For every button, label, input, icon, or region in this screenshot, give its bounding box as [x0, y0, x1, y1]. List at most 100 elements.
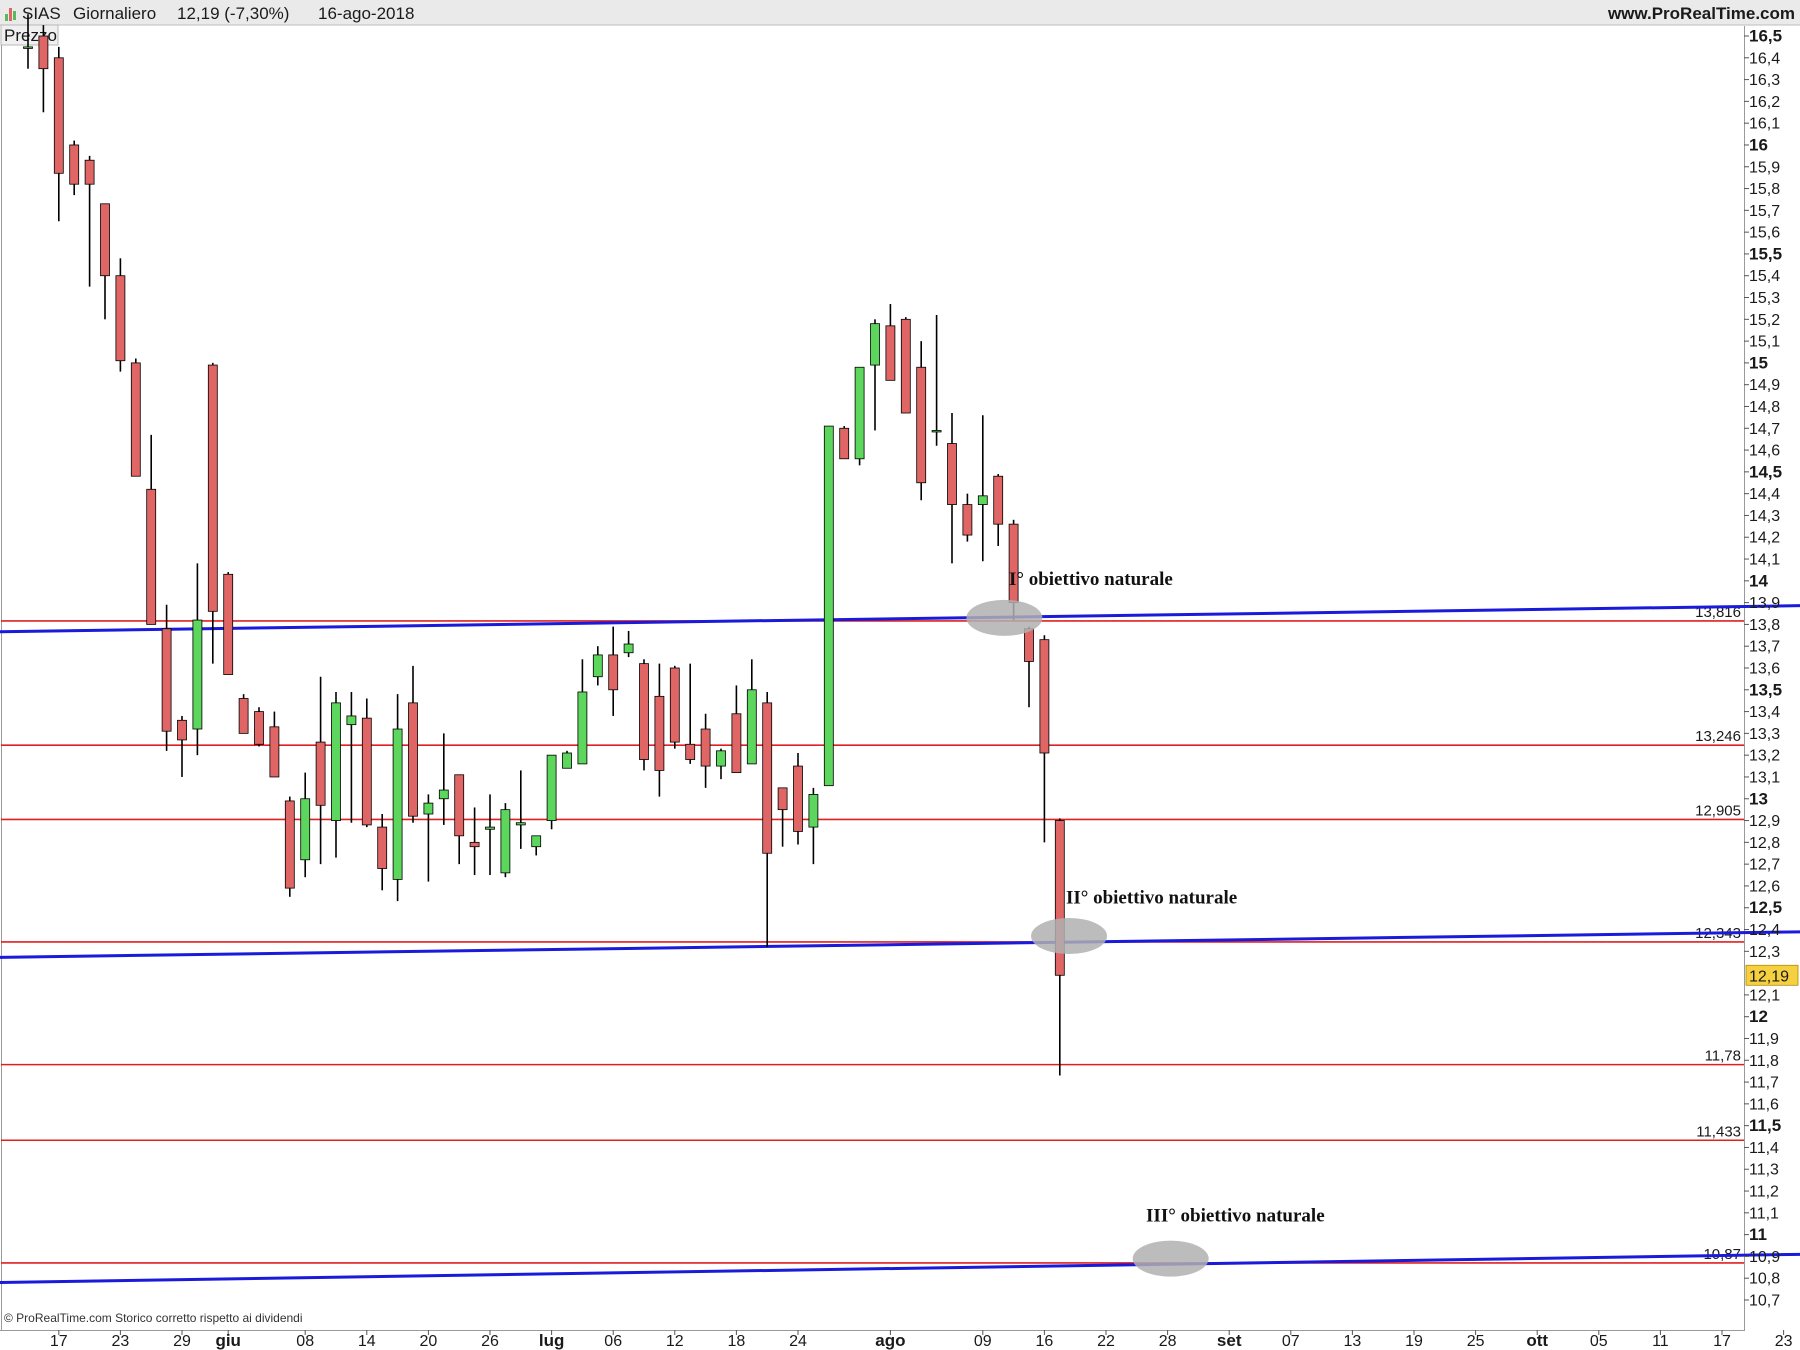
- y-tick-label-29: 13,6: [1749, 661, 1780, 678]
- candle-47: [746, 659, 757, 765]
- candle-body-3: [69, 144, 80, 185]
- candle-body-19: [315, 741, 326, 806]
- candle-43: [685, 663, 696, 764]
- y-tick-label-51: 11,3: [1749, 1162, 1779, 1179]
- chart-window: SIAS Giornaliero 12,19 (-7,30%) 16-ago-2…: [0, 0, 1800, 1350]
- candle-26: [423, 794, 434, 882]
- y-tick-label-13: 15,2: [1749, 312, 1780, 329]
- candle-body-20: [331, 702, 341, 821]
- x-tick-label-21: 19: [1405, 1333, 1423, 1350]
- candle-21: [346, 691, 357, 823]
- x-tick-label-15: 16: [1036, 1333, 1054, 1350]
- y-tick-label-53: 11,1: [1749, 1205, 1779, 1222]
- x-tick-label-26: 17: [1713, 1333, 1731, 1350]
- candle-body-65: [1024, 628, 1034, 662]
- price-axis[interactable]: 16,5 16,4 16,3 16,2 16,1 16 15,9 15,8 15,7 15,6 15…: [1744, 27, 1799, 1310]
- x-tick-label-9: 06: [604, 1333, 622, 1350]
- candle-body-35: [562, 752, 572, 769]
- trendline-0: [0, 604, 1800, 634]
- candle-body-40: [639, 663, 649, 760]
- candle-51: [808, 787, 819, 865]
- candle-body-28: [454, 774, 465, 837]
- candle-body-52: [823, 425, 834, 787]
- candle-body-13: [223, 573, 234, 675]
- candle-57: [900, 317, 911, 414]
- candle-body-47: [746, 689, 757, 765]
- candle-58: [916, 341, 927, 501]
- candle-body-61: [962, 504, 973, 536]
- y-tick-label-30: 13,5: [1749, 680, 1782, 699]
- y-tick-label-3: 16,2: [1749, 94, 1780, 111]
- candle-63: [993, 474, 1004, 546]
- candle-body-42: [669, 667, 680, 743]
- y-tick-label-40: 12,5: [1749, 898, 1782, 917]
- candle-body-15: [254, 711, 264, 745]
- candle-body-26: [423, 802, 434, 815]
- y-tick-label-28: 13,7: [1749, 639, 1780, 656]
- horizontal-levels: 13,81613,24612,90512,34311,7811,43310,87: [1, 604, 1744, 1264]
- candle-body-56: [885, 325, 896, 381]
- candle-body-7: [130, 362, 141, 477]
- candle-body-12: [207, 364, 218, 612]
- candle-56: [885, 304, 896, 381]
- candle-body-6: [115, 275, 126, 362]
- candle-25: [408, 665, 418, 823]
- y-tick-label-38: 12,7: [1749, 857, 1780, 874]
- candle-29: [469, 807, 480, 876]
- candle-body-33: [531, 835, 542, 848]
- candle-body-34: [546, 754, 557, 821]
- candle-17: [284, 796, 295, 897]
- y-tick-label-45: 11,9: [1749, 1031, 1779, 1048]
- candle-38: [608, 626, 619, 716]
- y-tick-label-21: 14,4: [1749, 486, 1780, 503]
- candle-body-59: [931, 430, 942, 433]
- candle-body-38: [608, 654, 619, 691]
- candle-11: [192, 563, 203, 756]
- candle-49: [777, 787, 788, 847]
- timeframe-label[interactable]: Giornaliero: [73, 4, 156, 23]
- candle-body-24: [392, 728, 403, 880]
- candle-27: [438, 733, 449, 825]
- site-label[interactable]: www.ProRealTime.com: [1607, 4, 1795, 23]
- candle-32: [515, 770, 526, 849]
- candle-4: [84, 155, 95, 287]
- candle-45: [716, 748, 726, 780]
- candle-14: [238, 694, 249, 734]
- level-label-5: 11,433: [1696, 1123, 1741, 1140]
- candle-7: [130, 358, 141, 477]
- level-label-2: 12,905: [1695, 802, 1741, 819]
- y-tick-label-33: 13,2: [1749, 748, 1780, 765]
- y-tick-label-19: 14,6: [1749, 443, 1780, 460]
- last-price-label: 12,19: [1749, 968, 1789, 985]
- candle-body-14: [238, 698, 249, 734]
- candle-59: [931, 314, 942, 446]
- candle-22: [361, 698, 372, 828]
- candle-6: [115, 258, 126, 372]
- x-tick-label-2: 29: [173, 1333, 191, 1350]
- candle-3: [69, 140, 80, 196]
- last-price-change: 12,19 (-7,30%): [177, 4, 289, 23]
- candle-body-18: [300, 798, 311, 861]
- time-axis[interactable]: 17 23 29 giu 08 14 20 26 lug 06 12 18 24 ago 09 16 22 28 s…: [50, 1330, 1800, 1350]
- y-tick-label-44: 12: [1749, 1007, 1768, 1026]
- x-tick-label-11: 18: [728, 1333, 746, 1350]
- candle-body-10: [177, 719, 187, 741]
- candle-body-39: [623, 643, 634, 654]
- candle-body-58: [916, 366, 927, 484]
- candle-40: [639, 659, 649, 771]
- x-tick-label-3: giu: [215, 1331, 241, 1350]
- y-tick-label-36: 12,9: [1749, 813, 1780, 830]
- footer-note: © ProRealTime.com Storico corretto rispe…: [4, 1311, 303, 1325]
- x-tick-label-5: 14: [358, 1333, 376, 1350]
- candle-body-2: [53, 57, 64, 174]
- candle-5: [100, 203, 110, 320]
- candle-53: [839, 426, 850, 460]
- candle-46: [731, 685, 742, 774]
- candle-body-43: [685, 743, 696, 760]
- y-tick-label-56: 10,8: [1749, 1271, 1780, 1288]
- candle-18: [300, 772, 311, 878]
- y-tick-label-52: 11,2: [1749, 1184, 1779, 1201]
- candle-28: [454, 774, 465, 865]
- y-tick-label-23: 14,2: [1749, 530, 1780, 547]
- price-chart[interactable]: SIAS Giornaliero 12,19 (-7,30%) 16-ago-2…: [0, 0, 1800, 1350]
